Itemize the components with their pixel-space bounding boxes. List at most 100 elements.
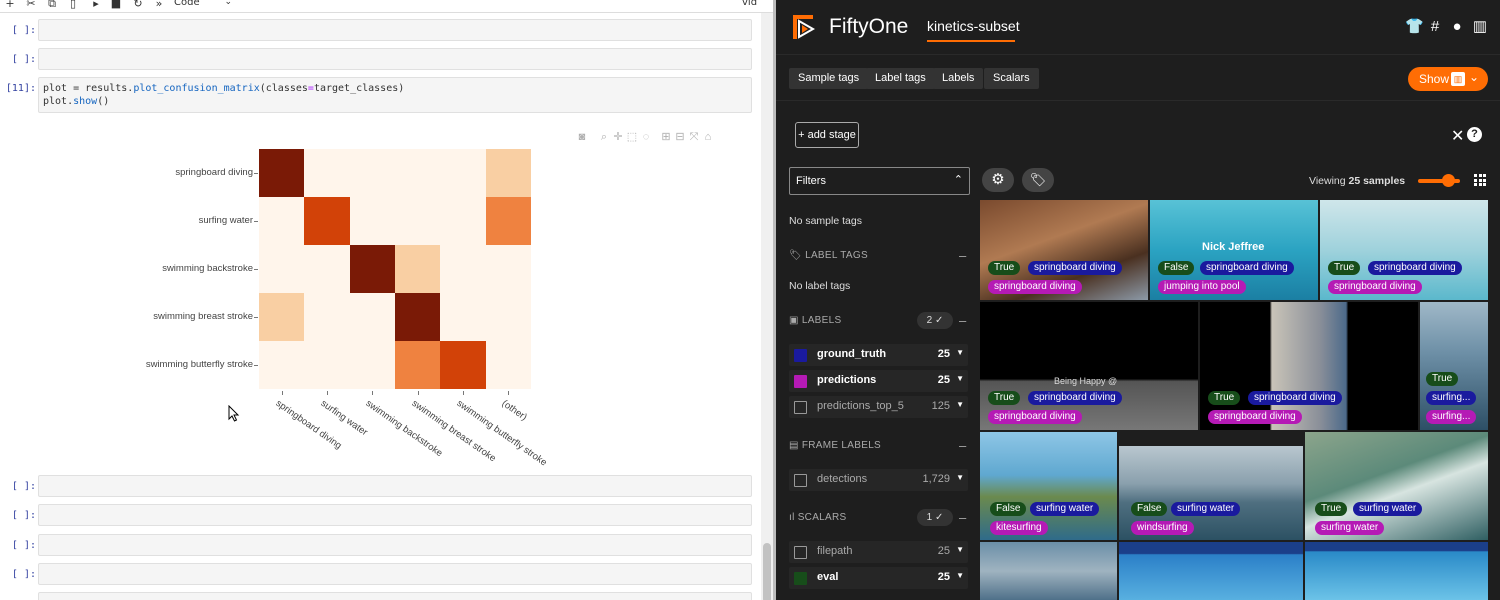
- settings-button[interactable]: ⚙: [982, 168, 1014, 192]
- scalar-row-filepath[interactable]: filepath 25 ▼: [789, 541, 968, 563]
- collapse-icon[interactable]: –: [959, 313, 966, 328]
- stop-icon[interactable]: ■: [109, 0, 123, 10]
- heatmap-cell[interactable]: [485, 149, 531, 197]
- sample-thumbnail[interactable]: True surfing... surfing...: [1420, 302, 1488, 430]
- zoom-icon[interactable]: ⌕: [597, 131, 611, 144]
- zoom-slider-handle[interactable]: [1442, 174, 1455, 187]
- heatmap-cell[interactable]: [259, 245, 305, 293]
- chevron-down-icon[interactable]: ▼: [956, 374, 964, 383]
- sample-thumbnail[interactable]: False surfing water windsurfing: [1119, 446, 1303, 540]
- box-select-icon[interactable]: ⬚: [625, 130, 639, 143]
- heatmap-cell[interactable]: [349, 197, 395, 245]
- empty-code-cell[interactable]: [38, 534, 752, 556]
- scalar-row-eval[interactable]: eval 25 ▼: [789, 567, 968, 589]
- sample-thumbnail[interactable]: [980, 542, 1117, 600]
- copy-icon[interactable]: ⧉: [45, 0, 59, 11]
- heatmap-cell[interactable]: [259, 197, 305, 245]
- heatmap-cell[interactable]: [485, 245, 531, 293]
- heatmap-cell[interactable]: [485, 341, 531, 389]
- label-row-predictions[interactable]: predictions 25 ▼: [789, 370, 968, 392]
- checkbox[interactable]: [794, 572, 807, 585]
- chevron-down-icon[interactable]: ▼: [956, 348, 964, 357]
- heatmap-cell[interactable]: [349, 341, 395, 389]
- home-icon[interactable]: ⌂: [701, 131, 715, 143]
- heatmap-cell[interactable]: [440, 245, 486, 293]
- slack-icon[interactable]: #: [1427, 19, 1443, 35]
- tab-sample-tags[interactable]: Sample tags: [789, 68, 869, 89]
- sample-thumbnail[interactable]: False surfing water kitesurfing: [980, 432, 1117, 540]
- label-row-ground-truth[interactable]: ground_truth 25 ▼: [789, 344, 968, 366]
- close-icon[interactable]: ✕: [1451, 126, 1464, 146]
- fast-forward-icon[interactable]: »: [152, 0, 166, 10]
- camera-icon[interactable]: ◙: [575, 131, 589, 143]
- checkbox[interactable]: [794, 375, 807, 388]
- heatmap-cell[interactable]: [259, 293, 305, 341]
- checkbox[interactable]: [794, 546, 807, 559]
- lasso-icon[interactable]: ◌: [639, 131, 653, 143]
- scalars-count-badge[interactable]: 1 ✓: [917, 509, 953, 526]
- code-editor[interactable]: plot = results.plot_confusion_matrix(cla…: [39, 78, 751, 112]
- empty-code-cell[interactable]: [38, 19, 752, 41]
- dataset-selector[interactable]: kinetics-subset: [927, 18, 1020, 34]
- checkbox[interactable]: [794, 349, 807, 362]
- heatmap-cell[interactable]: [394, 245, 441, 293]
- frame-label-row-detections[interactable]: detections 1,729 ▼: [789, 469, 968, 491]
- cell-type-select[interactable]: Code ⌄: [174, 0, 234, 11]
- sample-thumbnail[interactable]: [1305, 542, 1488, 600]
- heatmap-cell[interactable]: [394, 293, 441, 341]
- heatmap-cell[interactable]: [394, 197, 441, 245]
- notebook-scrollbar[interactable]: [761, 13, 773, 600]
- frame-labels-header[interactable]: ▤ FRAME LABELS: [789, 440, 881, 451]
- restart-icon[interactable]: ↻: [131, 0, 145, 10]
- heatmap-cell[interactable]: [304, 197, 350, 245]
- code-cell[interactable]: plot = results.plot_confusion_matrix(cla…: [38, 77, 752, 113]
- heatmap-cell[interactable]: [485, 197, 531, 245]
- label-tags-header[interactable]: 🏷 LABEL TAGS: [789, 250, 868, 261]
- checkbox[interactable]: [794, 401, 807, 414]
- sample-thumbnail[interactable]: Nick Jeffree False springboard diving ju…: [1150, 200, 1318, 300]
- fiftyone-logo-icon[interactable]: [788, 12, 818, 42]
- chevron-down-icon[interactable]: ▼: [956, 473, 964, 482]
- chevron-down-icon[interactable]: ▼: [956, 400, 964, 409]
- tab-label-tags[interactable]: Label tags: [866, 68, 935, 89]
- empty-code-cell[interactable]: [38, 563, 752, 585]
- zoom-in-icon[interactable]: ⊞: [659, 130, 673, 143]
- plus-icon[interactable]: +: [3, 0, 17, 10]
- collapse-icon[interactable]: –: [959, 438, 966, 453]
- empty-code-cell[interactable]: [38, 48, 752, 70]
- heatmap-cell[interactable]: [259, 341, 305, 389]
- docs-icon[interactable]: ▥: [1472, 19, 1488, 35]
- help-icon[interactable]: ?: [1467, 127, 1482, 142]
- confusion-matrix-heatmap[interactable]: [259, 149, 531, 389]
- tab-labels[interactable]: Labels: [933, 68, 984, 89]
- heatmap-cell[interactable]: [304, 341, 350, 389]
- zoom-out-icon[interactable]: ⊟: [673, 130, 687, 143]
- sample-thumbnail[interactable]: [1119, 542, 1303, 600]
- scalars-header[interactable]: ıl SCALARS: [789, 512, 847, 523]
- chevron-down-icon[interactable]: ▼: [956, 571, 964, 580]
- show-button[interactable]: Show ▥ ⌄: [1408, 67, 1488, 91]
- heatmap-cell[interactable]: [485, 293, 531, 341]
- tshirt-icon[interactable]: 👕: [1405, 19, 1424, 35]
- collapse-icon[interactable]: –: [959, 510, 966, 525]
- chevron-down-icon[interactable]: ▼: [956, 545, 964, 554]
- collapse-icon[interactable]: –: [959, 248, 966, 263]
- sample-thumbnail[interactable]: True springboard diving springboard divi…: [1320, 200, 1488, 300]
- pan-icon[interactable]: ✛: [611, 130, 625, 143]
- heatmap-cell[interactable]: [394, 149, 441, 197]
- heatmap-cell[interactable]: [349, 293, 395, 341]
- filters-dropdown[interactable]: Filters ⌃: [789, 167, 970, 195]
- scrollbar-thumb[interactable]: [763, 543, 771, 600]
- heatmap-cell[interactable]: [304, 149, 350, 197]
- heatmap-cell[interactable]: [440, 149, 486, 197]
- github-icon[interactable]: ●: [1449, 19, 1465, 35]
- heatmap-cell[interactable]: [349, 245, 395, 293]
- app-title[interactable]: FiftyOne: [829, 15, 908, 39]
- paste-icon[interactable]: ▯: [66, 0, 80, 10]
- heatmap-cell[interactable]: [304, 245, 350, 293]
- sample-thumbnail[interactable]: Being Happy @ True springboard diving sp…: [980, 302, 1198, 430]
- heatmap-cell[interactable]: [440, 341, 486, 389]
- labels-count-badge[interactable]: 2 ✓: [917, 312, 953, 329]
- heatmap-cell[interactable]: [440, 197, 486, 245]
- heatmap-cell[interactable]: [259, 149, 305, 197]
